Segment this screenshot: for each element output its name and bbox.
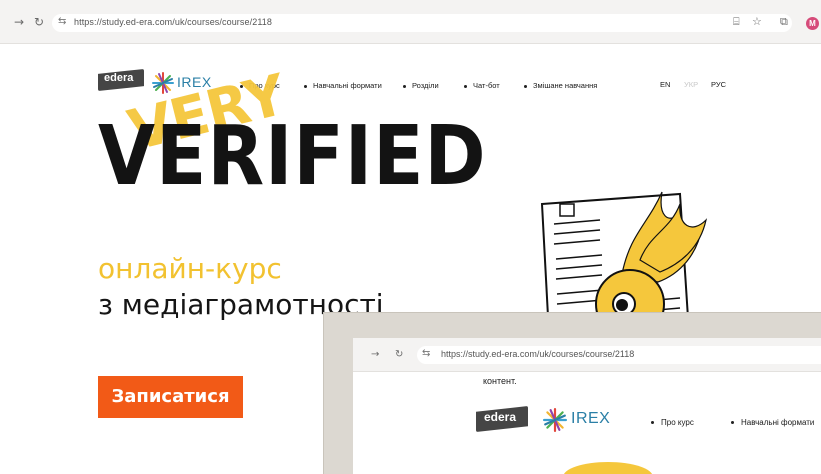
lang-en[interactable]: EN — [660, 80, 670, 89]
browser-toolbar: → ↻ ⇆ https://study.ed-era.com/uk/course… — [0, 0, 821, 44]
enroll-button[interactable]: Записатися — [98, 376, 243, 418]
secondary-edera-logo-text: edera — [484, 410, 517, 424]
secondary-nav-item-about[interactable]: Про курс — [651, 418, 694, 427]
secondary-address-bar[interactable]: ⇆ https://study.ed-era.com/uk/courses/co… — [417, 346, 821, 364]
extensions-icon[interactable]: ⧉ — [780, 15, 788, 29]
secondary-reload-icon[interactable]: ↻ — [395, 349, 403, 360]
lang-ukr[interactable]: УКР — [684, 80, 698, 89]
nav-item-chatbot[interactable]: Чат-бот — [464, 81, 500, 90]
nav-item-blended[interactable]: Змішане навчання — [524, 81, 597, 90]
secondary-address-bar-url: https://study.ed-era.com/uk/courses/cour… — [441, 349, 635, 359]
edera-logo[interactable]: edera — [98, 69, 144, 91]
secondary-site-info-icon[interactable]: ⇆ — [422, 348, 430, 359]
secondary-content-text: контент. — [483, 376, 517, 386]
hero-title: VERIFIED — [98, 109, 487, 204]
secondary-edera-logo[interactable]: edera — [476, 406, 528, 432]
secondary-nav-item-formats[interactable]: Навчальні формати — [731, 418, 814, 427]
browser-window-secondary: → ↻ ⇆ https://study.ed-era.com/uk/course… — [353, 338, 821, 474]
reload-icon[interactable]: ↻ — [34, 15, 44, 29]
nav-item-formats[interactable]: Навчальні формати — [304, 81, 382, 90]
bookmark-star-icon[interactable]: ☆ — [752, 15, 762, 28]
address-bar-url: https://study.ed-era.com/uk/courses/cour… — [74, 17, 272, 27]
edera-logo-text: edera — [104, 72, 134, 84]
nav-item-sections[interactable]: Розділи — [403, 81, 439, 90]
secondary-irex-logo-text: IREX — [571, 410, 611, 427]
profile-avatar[interactable]: M — [806, 17, 819, 30]
translate-icon[interactable]: ⌸ — [733, 15, 740, 29]
secondary-irex-logo-icon — [543, 408, 567, 432]
hero-subtitle-line1: онлайн-курс — [98, 252, 282, 285]
forward-icon[interactable]: → — [14, 15, 24, 29]
secondary-forward-icon[interactable]: → — [371, 349, 379, 360]
secondary-illustration-fragment — [563, 462, 653, 474]
address-bar[interactable]: ⇆ https://study.ed-era.com/uk/courses/co… — [52, 14, 792, 32]
desktop: → ↻ ⇆ https://study.ed-era.com/uk/course… — [0, 0, 821, 474]
site-info-icon[interactable]: ⇆ — [58, 16, 66, 27]
lang-rus[interactable]: РУС — [711, 80, 726, 89]
secondary-browser-toolbar: → ↻ ⇆ https://study.ed-era.com/uk/course… — [353, 338, 821, 372]
